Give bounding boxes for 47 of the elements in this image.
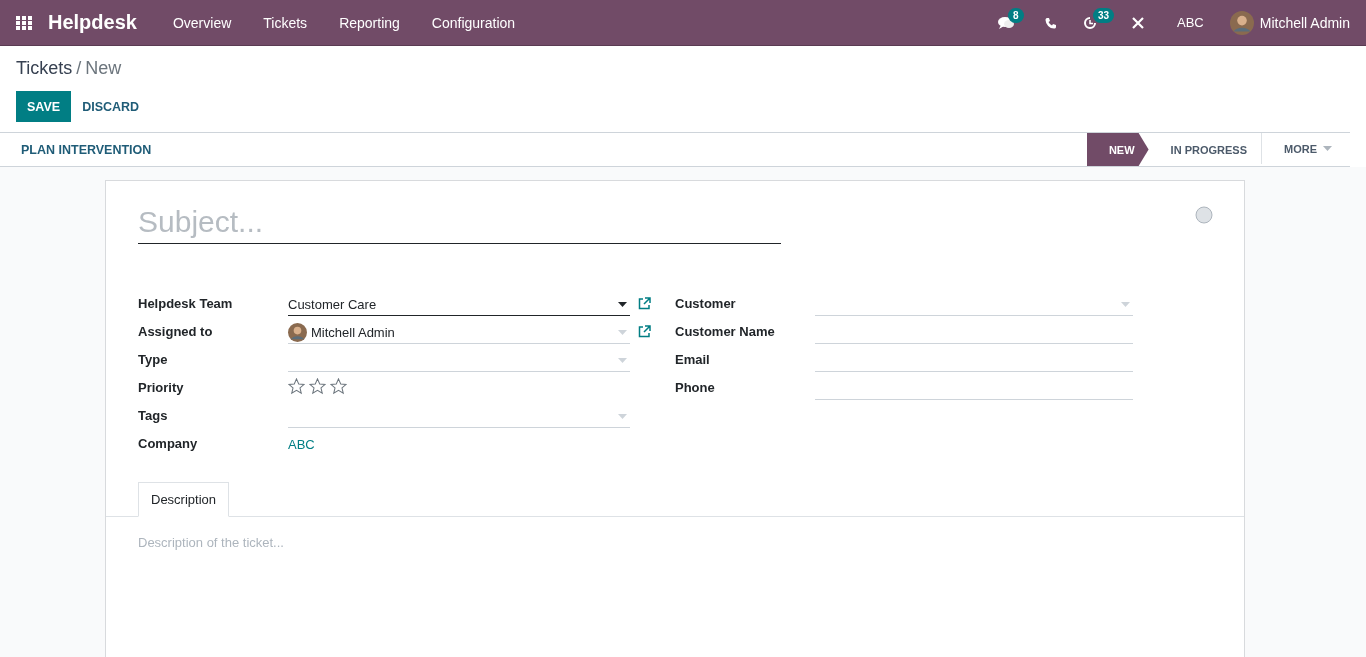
field-label: Phone: [675, 380, 716, 397]
notebook-tab[interactable]: Description: [138, 482, 230, 517]
field-label: Company: [138, 436, 199, 453]
breadcrumb-separator: /: [76, 58, 82, 80]
more-dropdown[interactable]: MORE: [1261, 133, 1350, 164]
caret-icon: [618, 301, 627, 307]
breadcrumb-link[interactable]: Tickets: [16, 58, 73, 80]
action-button[interactable]: PLAN INTERVENTION: [10, 133, 163, 166]
dropdown-field[interactable]: Mitchell Admin: [288, 321, 630, 344]
company-link[interactable]: ABC: [288, 437, 315, 456]
avatar-icon: [1229, 10, 1254, 35]
discard-button[interactable]: DISCARD: [71, 91, 151, 122]
stage-button[interactable]: NEW: [1086, 133, 1149, 166]
menu-item[interactable]: Tickets: [247, 14, 324, 31]
caret-icon: [618, 357, 627, 363]
field-label: Type: [138, 352, 169, 369]
menu-item[interactable]: Overview: [156, 14, 248, 31]
star-icon[interactable]: [330, 378, 347, 395]
caret-icon: [618, 329, 627, 335]
menu-item[interactable]: Reporting: [323, 14, 416, 31]
field-label: Tags: [138, 408, 169, 425]
app-name[interactable]: Helpdesk: [48, 11, 137, 34]
menu-item[interactable]: Configuration: [415, 14, 532, 31]
field-label: Customer: [675, 296, 737, 313]
breadcrumb-current: New: [85, 58, 122, 80]
star-icon[interactable]: [288, 378, 305, 395]
field-label: Assigned to: [138, 324, 214, 341]
activity-count-badge: 33: [1093, 7, 1115, 23]
star-icon[interactable]: [309, 378, 326, 395]
dropdown-field[interactable]: Customer Care: [288, 293, 630, 316]
user-menu[interactable]: Mitchell Admin: [1259, 14, 1350, 31]
save-button[interactable]: SAVE: [16, 91, 72, 122]
field-label: Priority: [138, 380, 185, 397]
apps-menu-icon[interactable]: [16, 15, 32, 30]
clock-icon[interactable]: [1083, 15, 1097, 30]
avatar-icon: [288, 322, 307, 342]
field-label: Email: [675, 352, 711, 369]
field-label: Customer Name: [675, 324, 776, 341]
caret-icon: [618, 413, 627, 419]
caret-icon: [1323, 146, 1332, 151]
caret-icon: [1120, 301, 1130, 307]
message-count-badge: 8: [1008, 7, 1024, 23]
external-link-icon[interactable]: [638, 297, 651, 310]
phone-icon[interactable]: [1045, 16, 1057, 29]
external-link-icon[interactable]: [638, 325, 651, 338]
field-label: Helpdesk Team: [138, 296, 234, 313]
company-switcher[interactable]: ABC: [1177, 15, 1204, 30]
